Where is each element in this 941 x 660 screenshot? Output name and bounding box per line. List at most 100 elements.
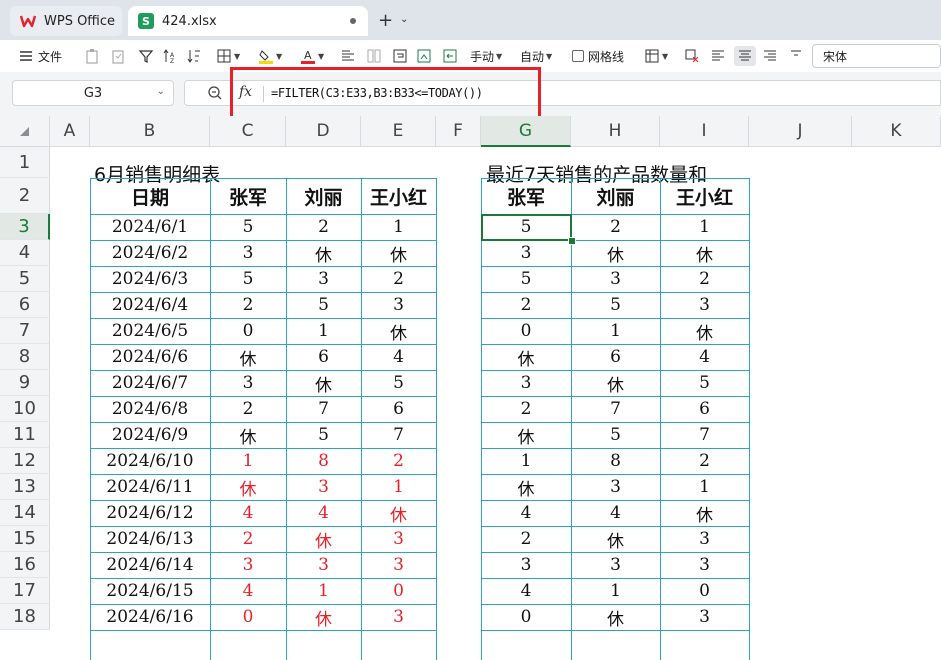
merge-button[interactable] <box>340 46 356 66</box>
value-cell[interactable]: 5 <box>286 292 361 318</box>
date-cell[interactable]: 2024/6/4 <box>90 292 210 318</box>
value-cell[interactable]: 3 <box>361 526 436 552</box>
value-cell[interactable]: 3 <box>286 552 361 578</box>
value-cell[interactable]: 6 <box>286 344 361 370</box>
value-cell[interactable]: 3 <box>210 240 286 266</box>
result-cell[interactable]: 8 <box>571 448 660 474</box>
column-header-b[interactable]: B <box>90 116 210 147</box>
value-cell[interactable]: 2 <box>286 214 361 240</box>
clipboard-button[interactable] <box>110 46 126 66</box>
file-menu-button[interactable]: 文件 <box>18 46 62 66</box>
result-cell[interactable]: 6 <box>660 396 749 422</box>
row-header-10[interactable]: 10 <box>0 396 50 422</box>
value-cell[interactable]: 3 <box>361 292 436 318</box>
result-cell[interactable]: 5 <box>571 422 660 448</box>
value-cell[interactable]: 6 <box>361 396 436 422</box>
value-cell[interactable]: 1 <box>361 474 436 500</box>
select-all-corner[interactable] <box>0 116 50 147</box>
row-header-12[interactable]: 12 <box>0 448 50 474</box>
row-header-18[interactable]: 18 <box>0 604 50 630</box>
value-cell[interactable]: 2 <box>361 266 436 292</box>
active-cell-selection[interactable] <box>481 214 572 241</box>
row-header-11[interactable]: 11 <box>0 422 50 448</box>
result-cell[interactable]: 1 <box>660 474 749 500</box>
value-cell[interactable]: 7 <box>286 396 361 422</box>
wps-office-tab[interactable]: WPS Office <box>10 6 122 36</box>
row-header-13[interactable]: 13 <box>0 474 50 500</box>
value-cell[interactable]: 3 <box>286 474 361 500</box>
date-cell[interactable]: 2024/6/6 <box>90 344 210 370</box>
result-cell[interactable]: 5 <box>571 292 660 318</box>
result-cell[interactable]: 2 <box>660 448 749 474</box>
gridlines-toggle[interactable]: 网格线 <box>572 46 624 66</box>
result-cell[interactable]: 3 <box>481 370 571 396</box>
left-header-cell[interactable]: 张军 <box>210 178 286 214</box>
result-cell[interactable]: 休 <box>481 474 571 500</box>
row-header-14[interactable]: 14 <box>0 500 50 526</box>
row-header-8[interactable]: 8 <box>0 344 50 370</box>
date-cell[interactable]: 2024/6/16 <box>90 604 210 630</box>
result-cell[interactable]: 3 <box>571 474 660 500</box>
result-cell[interactable]: 5 <box>481 266 571 292</box>
value-cell[interactable]: 休 <box>286 526 361 552</box>
result-cell[interactable]: 休 <box>660 240 749 266</box>
row-header-15[interactable]: 15 <box>0 526 50 552</box>
value-cell[interactable]: 休 <box>361 318 436 344</box>
date-cell[interactable]: 2024/6/2 <box>90 240 210 266</box>
result-cell[interactable]: 7 <box>660 422 749 448</box>
column-header-f[interactable]: F <box>436 116 481 147</box>
align-top-button[interactable] <box>788 46 804 66</box>
row-height-manual-button[interactable]: 手动 ▼ <box>470 46 502 66</box>
result-cell[interactable]: 5 <box>660 370 749 396</box>
result-cell[interactable]: 休 <box>660 500 749 526</box>
font-name-select[interactable]: 宋体 <box>812 44 941 68</box>
result-cell[interactable]: 3 <box>571 266 660 292</box>
value-cell[interactable]: 4 <box>286 500 361 526</box>
result-cell[interactable]: 2 <box>481 526 571 552</box>
value-cell[interactable]: 0 <box>210 604 286 630</box>
value-cell[interactable]: 0 <box>210 318 286 344</box>
new-tab-dropdown-icon[interactable]: ⌄ <box>400 14 408 25</box>
align-left-button[interactable] <box>710 46 726 66</box>
row-header-3[interactable]: 3 <box>0 214 50 240</box>
value-cell[interactable]: 1 <box>286 578 361 604</box>
filter-button[interactable] <box>138 46 154 66</box>
right-header-cell[interactable]: 王小红 <box>660 178 749 214</box>
result-cell[interactable]: 3 <box>481 240 571 266</box>
result-cell[interactable]: 2 <box>571 214 660 240</box>
value-cell[interactable]: 休 <box>361 500 436 526</box>
fill-color-button[interactable]: ▼ <box>258 46 282 66</box>
result-cell[interactable]: 休 <box>660 318 749 344</box>
left-header-cell[interactable]: 王小红 <box>361 178 436 214</box>
zoom-out-icon[interactable] <box>207 85 223 101</box>
row-header-4[interactable]: 4 <box>0 240 50 266</box>
chevron-down-icon[interactable]: ⌄ <box>157 86 165 97</box>
font-color-button[interactable]: A ▼ <box>300 46 324 66</box>
result-cell[interactable]: 3 <box>481 552 571 578</box>
freeze-button[interactable]: ▼ <box>644 46 668 66</box>
new-tab-button[interactable]: + <box>378 10 393 31</box>
sort-asc-button[interactable]: AZ <box>162 46 178 66</box>
result-cell[interactable]: 0 <box>481 604 571 630</box>
value-cell[interactable]: 休 <box>210 422 286 448</box>
result-cell[interactable]: 0 <box>660 578 749 604</box>
result-cell[interactable]: 3 <box>660 604 749 630</box>
row-header-1[interactable]: 1 <box>0 147 50 178</box>
row-header-9[interactable]: 9 <box>0 370 50 396</box>
sort-desc-button[interactable] <box>186 46 202 66</box>
date-cell[interactable]: 2024/6/10 <box>90 448 210 474</box>
value-cell[interactable]: 3 <box>361 604 436 630</box>
date-cell[interactable]: 2024/6/14 <box>90 552 210 578</box>
wrap-text-button[interactable] <box>392 46 408 66</box>
result-cell[interactable]: 1 <box>660 214 749 240</box>
result-cell[interactable]: 4 <box>481 500 571 526</box>
align-center-button[interactable] <box>734 46 756 66</box>
result-cell[interactable]: 休 <box>571 604 660 630</box>
date-cell[interactable]: 2024/6/1 <box>90 214 210 240</box>
right-header-cell[interactable]: 刘丽 <box>571 178 660 214</box>
right-header-cell[interactable]: 张军 <box>481 178 571 214</box>
result-cell[interactable]: 7 <box>571 396 660 422</box>
date-cell[interactable]: 2024/6/8 <box>90 396 210 422</box>
value-cell[interactable]: 休 <box>210 344 286 370</box>
column-header-e[interactable]: E <box>361 116 436 147</box>
